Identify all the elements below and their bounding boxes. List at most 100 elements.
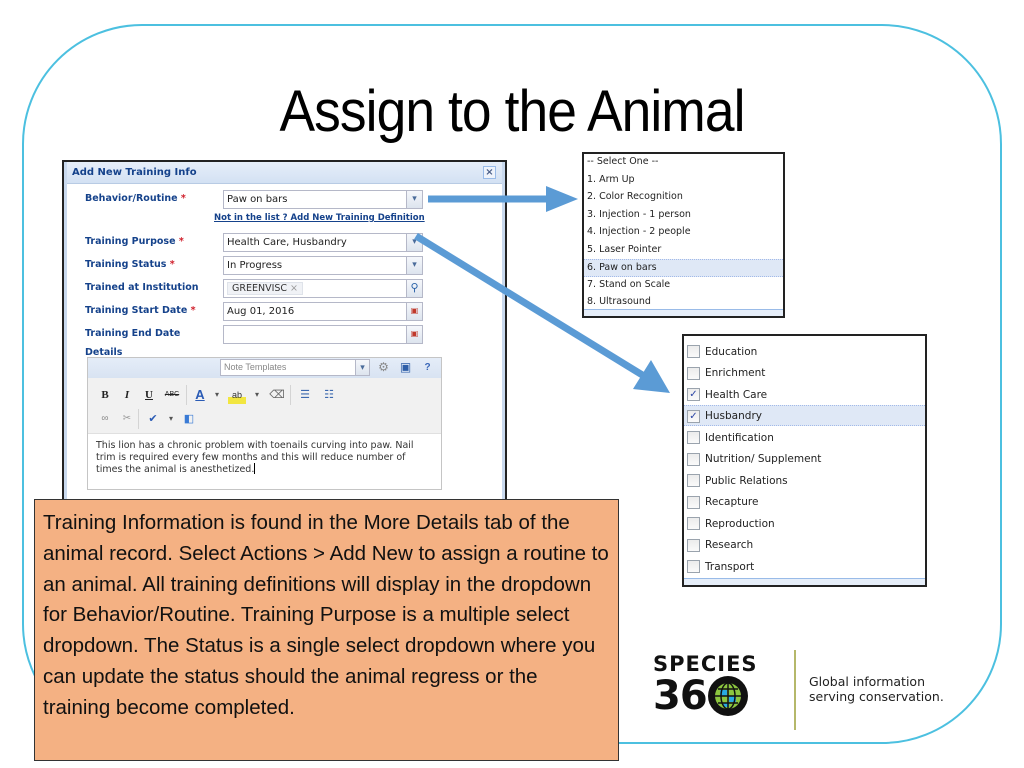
- details-editor: Note Templates ▾ ⚙ ▣ ? B I U ABC A ▾ ab …: [87, 357, 442, 490]
- checklist-item[interactable]: Transport: [684, 555, 925, 577]
- italic-button[interactable]: I: [118, 386, 136, 404]
- checklist-label: Public Relations: [705, 474, 788, 487]
- chevron-down-icon[interactable]: ▾: [406, 233, 423, 252]
- label-text: Training End Date: [85, 328, 181, 339]
- link-icon[interactable]: ∞: [96, 410, 114, 428]
- checkbox-checked[interactable]: ✓: [687, 388, 700, 402]
- toolbar-separator: [186, 385, 187, 405]
- spellcheck-dropdown-icon[interactable]: ▾: [162, 410, 180, 428]
- checklist-label: Transport: [705, 560, 755, 573]
- details-textarea[interactable]: This lion has a chronic problem with toe…: [88, 434, 441, 482]
- checklist-item[interactable]: ✓ Health Care: [684, 383, 925, 405]
- underline-button[interactable]: U: [140, 386, 158, 404]
- chevron-down-icon[interactable]: ▾: [406, 190, 423, 209]
- checklist-item[interactable]: Nutrition/ Supplement: [684, 448, 925, 470]
- checklist-label: Nutrition/ Supplement: [705, 453, 822, 466]
- dialog-body: Add New Training Info × Behavior/Routine…: [64, 162, 505, 503]
- logo-tagline: Global information serving conservation.: [809, 674, 944, 704]
- list-item[interactable]: 7. Stand on Scale: [584, 277, 783, 295]
- checklist-item[interactable]: Enrichment: [684, 362, 925, 384]
- help-icon[interactable]: ?: [420, 360, 435, 375]
- numbered-list-icon[interactable]: ☷: [320, 386, 338, 404]
- list-resize-bar[interactable]: [684, 578, 925, 585]
- required-marker: *: [178, 236, 184, 247]
- behavior-routine-dropdown[interactable]: Paw on bars ▾: [223, 190, 423, 209]
- list-item-selected[interactable]: 6. Paw on bars: [584, 259, 783, 277]
- eraser-icon[interactable]: ⌫: [268, 386, 286, 404]
- list-resize-bar[interactable]: [584, 309, 783, 316]
- editor-top-bar: Note Templates ▾ ⚙ ▣ ?: [88, 358, 441, 378]
- font-color-button[interactable]: A: [191, 386, 209, 404]
- checkbox[interactable]: [687, 452, 700, 466]
- source-edit-icon[interactable]: ◧: [180, 410, 198, 428]
- checklist-item[interactable]: Identification: [684, 426, 925, 448]
- institution-tag-label: GREENVISC: [232, 283, 288, 294]
- behavior-options-list: -- Select One -- 1. Arm Up 2. Color Reco…: [582, 152, 785, 318]
- checkbox[interactable]: [687, 345, 700, 359]
- logo-number: 36: [653, 676, 758, 716]
- checklist-label: Education: [705, 345, 758, 358]
- checkbox[interactable]: [687, 538, 700, 552]
- spellcheck-icon[interactable]: ✔: [144, 410, 162, 428]
- close-icon[interactable]: ×: [483, 166, 496, 179]
- training-start-date-value: Aug 01, 2016: [227, 306, 295, 317]
- add-training-definition-link[interactable]: Not in the list ? Add New Training Defin…: [214, 213, 425, 223]
- required-marker: *: [169, 259, 175, 270]
- checkbox[interactable]: [687, 517, 700, 531]
- checkbox[interactable]: [687, 366, 700, 380]
- tagline-line-2: serving conservation.: [809, 689, 944, 704]
- text-caret: [254, 463, 256, 474]
- training-purpose-value: Health Care, Husbandry: [227, 237, 347, 248]
- note-templates-dropdown[interactable]: Note Templates ▾: [220, 359, 370, 376]
- training-purpose-dropdown[interactable]: Health Care, Husbandry ▾: [223, 233, 423, 252]
- highlight-button[interactable]: ab: [228, 386, 246, 404]
- calendar-icon[interactable]: ▣: [406, 302, 423, 321]
- checkbox[interactable]: [687, 495, 700, 509]
- dialog-header: Add New Training Info ×: [67, 162, 502, 184]
- checklist-item[interactable]: Reproduction: [684, 512, 925, 534]
- list-item[interactable]: 3. Injection - 1 person: [584, 207, 783, 225]
- remove-tag-icon[interactable]: ×: [290, 283, 298, 294]
- training-end-date-label: Training End Date: [85, 328, 180, 339]
- checklist-label: Recapture: [705, 496, 759, 509]
- checkbox-checked[interactable]: ✓: [687, 409, 700, 423]
- list-item[interactable]: 1. Arm Up: [584, 172, 783, 190]
- checklist-item[interactable]: Education: [684, 340, 925, 362]
- list-item[interactable]: 5. Laser Pointer: [584, 242, 783, 260]
- chevron-down-icon[interactable]: ▾: [355, 359, 370, 376]
- search-icon[interactable]: ⚲: [406, 279, 423, 298]
- purpose-options-list: Education Enrichment ✓ Health Care ✓ Husba…: [682, 334, 927, 587]
- settings-icon[interactable]: ⚙: [376, 360, 391, 375]
- list-item[interactable]: 4. Injection - 2 people: [584, 224, 783, 242]
- globe-icon: [707, 676, 748, 716]
- checkbox[interactable]: [687, 560, 700, 574]
- list-item[interactable]: -- Select One --: [584, 154, 783, 172]
- checklist-item[interactable]: Public Relations: [684, 469, 925, 491]
- strikethrough-button[interactable]: ABC: [163, 386, 181, 404]
- required-marker: *: [190, 305, 196, 316]
- chevron-down-icon[interactable]: ▾: [406, 256, 423, 275]
- checkbox[interactable]: [687, 431, 700, 445]
- toolbar-separator: [138, 409, 139, 429]
- bullet-list-icon[interactable]: ☰: [296, 386, 314, 404]
- institution-search-field[interactable]: GREENVISC × ⚲: [223, 279, 423, 298]
- checklist-item[interactable]: Research: [684, 534, 925, 556]
- training-end-date-field[interactable]: ▣: [223, 325, 423, 344]
- training-start-date-field[interactable]: Aug 01, 2016 ▣: [223, 302, 423, 321]
- checklist-item-highlighted[interactable]: ✓ Husbandry: [684, 404, 925, 426]
- logo-number-text: 36: [653, 673, 708, 719]
- calendar-icon[interactable]: ▣: [406, 325, 423, 344]
- unlink-icon[interactable]: ✂: [118, 410, 136, 428]
- highlight-dropdown-icon[interactable]: ▾: [248, 386, 266, 404]
- checkbox[interactable]: [687, 474, 700, 488]
- add-training-dialog: Add New Training Info × Behavior/Routine…: [62, 160, 507, 505]
- font-color-dropdown-icon[interactable]: ▾: [208, 386, 226, 404]
- trained-at-institution-label: Trained at Institution: [85, 282, 199, 293]
- checklist-item[interactable]: Recapture: [684, 491, 925, 513]
- label-text: Training Status: [85, 259, 167, 270]
- save-icon[interactable]: ▣: [398, 360, 413, 375]
- training-status-dropdown[interactable]: In Progress ▾: [223, 256, 423, 275]
- bold-button[interactable]: B: [96, 386, 114, 404]
- list-item[interactable]: 2. Color Recognition: [584, 189, 783, 207]
- toolbar-separator: [290, 385, 291, 405]
